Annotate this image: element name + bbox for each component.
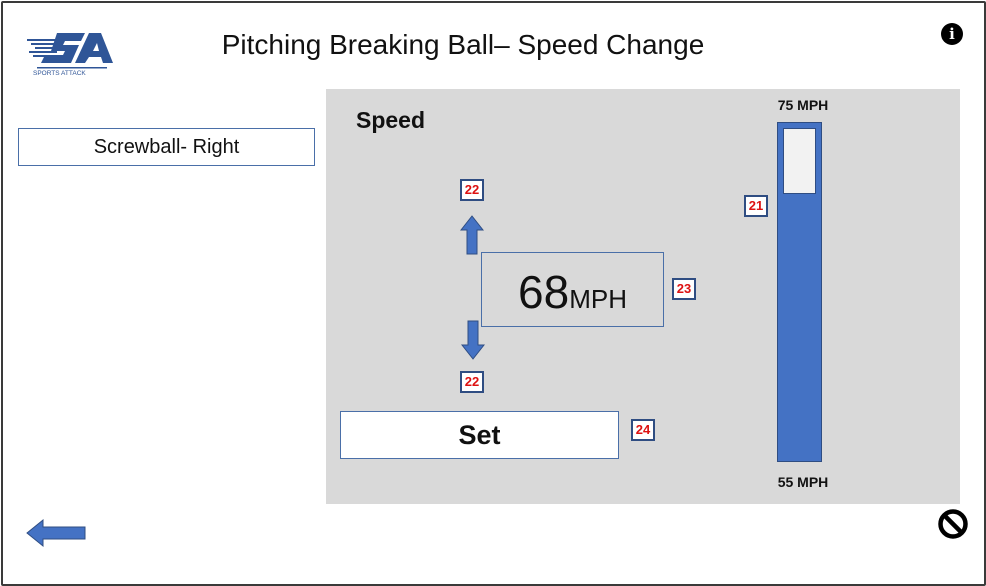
page-title: Pitching Breaking Ball– Speed Change [221,29,705,60]
gauge-max-label: 75 MPH [777,97,829,113]
pitch-type-field[interactable]: Screwball- Right [18,128,315,166]
cancel-icon[interactable] [937,508,969,540]
back-arrow-icon[interactable] [26,518,88,548]
set-button[interactable]: Set [340,411,619,459]
tag-speed-down: 22 [460,371,484,393]
gauge-min-label: 55 MPH [777,474,829,490]
speed-panel: Speed 22 68MPH 23 22 Set 24 75 MPH 21 55… [326,89,960,504]
speed-up-arrow-icon[interactable] [460,214,484,256]
speed-down-arrow-icon[interactable] [461,319,485,361]
speed-value: 68 [518,266,570,318]
tag-set: 24 [631,419,655,441]
speed-display: 68MPH [481,252,664,327]
tag-speed-display: 23 [672,278,696,300]
info-icon[interactable]: i [941,23,963,45]
speed-gauge[interactable] [777,122,822,462]
tag-speed-up: 22 [460,179,484,201]
gauge-empty-portion [783,128,816,194]
speed-label: Speed [356,107,426,133]
tag-gauge: 21 [744,195,768,217]
sports-attack-logo: SPORTS ATTACK [27,33,113,77]
svg-text:SPORTS ATTACK: SPORTS ATTACK [33,70,86,77]
speed-unit: MPH [569,284,627,314]
app-window: SPORTS ATTACK Pitching Breaking Ball– Sp… [1,1,986,586]
